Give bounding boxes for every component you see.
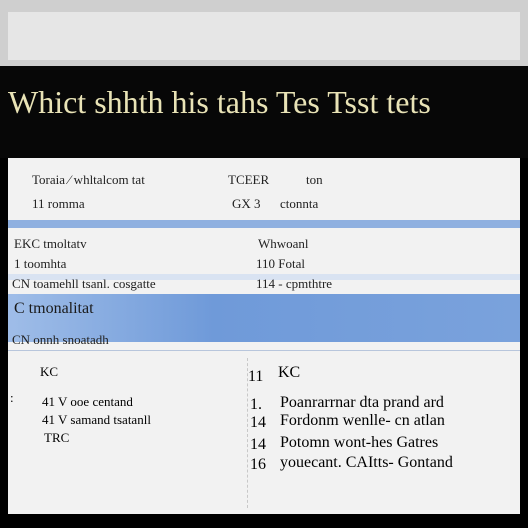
table-row[interactable]: CN toamehll tsanl. cosgatte 114 - cpmtht… <box>8 276 520 294</box>
row-right-text: 114 - cpmthtre <box>256 276 333 291</box>
header-separator <box>8 220 520 228</box>
header-col3-line2: ctonnta <box>280 196 319 211</box>
detail-left-line: 41 V samand tsatanll <box>42 412 151 427</box>
selected-row-line1: C tmonalitat <box>14 300 94 317</box>
header-col1-line1: Toraia ⁄ whltalcom tat <box>32 172 145 187</box>
toolbar-area <box>8 12 520 60</box>
detail-right-line: youecant. CAItts- Gontand <box>280 454 453 471</box>
detail-right-line: Poanrarrnar dta prand ard <box>280 394 444 411</box>
row-right-text: 110 Fotal <box>256 256 305 271</box>
detail-left-marker: : <box>10 390 14 405</box>
table-row[interactable]: CN onnh snoatadh <box>8 332 520 350</box>
title-banner: Whict shhth his tahs Tes Tsst tets <box>0 66 528 158</box>
detail-left-line: 41 V ooe centand <box>42 394 133 409</box>
table-row[interactable]: EKC tmoltatv Whwoanl <box>8 236 520 254</box>
row-left-text: CN onnh snoatadh <box>12 332 109 347</box>
detail-left-column: KC : 41 V ooe centand 41 V samand tsatan… <box>10 358 248 508</box>
header-col2-line1: TCEER <box>228 172 270 187</box>
table-header: Toraia ⁄ whltalcom tat TCEER ton 11 romm… <box>8 166 520 216</box>
detail-right-index: 11 <box>248 368 264 385</box>
detail-left-line: TRC <box>44 430 70 445</box>
header-col3-line1: ton <box>306 172 323 187</box>
section-divider <box>8 350 520 351</box>
table-row[interactable]: 1 toomhta 110 Fotal <box>8 256 520 274</box>
window-chrome <box>0 0 528 66</box>
detail-right-heading: KC <box>278 364 301 381</box>
detail-right-column: 11 KC 1. Poanrarrnar dta prand ard 14 Fo… <box>248 358 520 508</box>
detail-right-index: 14 <box>250 414 266 431</box>
row-left-text: EKC tmoltatv <box>14 236 87 251</box>
row-left-text: 1 toomhta <box>14 256 67 271</box>
detail-section: KC : 41 V ooe centand 41 V samand tsatan… <box>8 358 520 508</box>
detail-right-index: 16 <box>250 456 266 473</box>
detail-left-heading: KC <box>40 364 59 379</box>
row-right-text: Whwoanl <box>258 236 309 251</box>
page-title: Whict shhth his tahs Tes Tsst tets <box>8 84 431 120</box>
detail-right-line: Fordonm wenlle- cn atlan <box>280 412 445 429</box>
row-left-text: CN toamehll tsanl. cosgatte <box>12 276 156 291</box>
detail-right-line: Potomn wont-hes Gatres <box>280 434 439 451</box>
header-col1-line2: 11 romma <box>32 196 85 211</box>
detail-right-index: 1. <box>250 396 262 413</box>
detail-right-index: 14 <box>250 436 266 453</box>
content-panel: Toraia ⁄ whltalcom tat TCEER ton 11 romm… <box>8 158 520 514</box>
